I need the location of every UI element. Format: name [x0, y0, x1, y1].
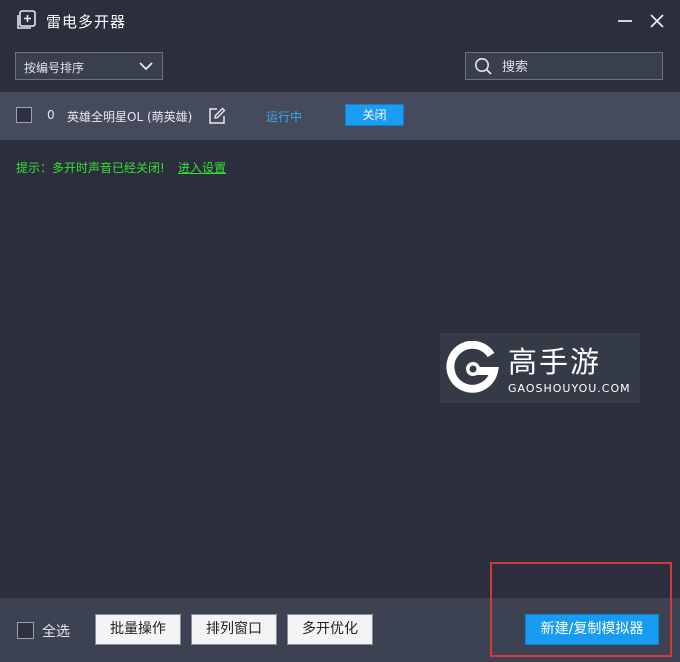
- instance-checkbox[interactable]: [16, 107, 32, 123]
- window-title: 雷电多开器: [46, 13, 127, 31]
- watermark-subtitle: GAOSHOUYOU.COM: [508, 382, 631, 395]
- instance-status: 运行中: [266, 110, 303, 124]
- search-input[interactable]: [500, 56, 654, 78]
- arrange-windows-button[interactable]: 排列窗口: [191, 614, 277, 645]
- search-icon: [475, 58, 492, 75]
- close-icon[interactable]: [647, 11, 667, 31]
- edit-icon[interactable]: [208, 107, 226, 125]
- instance-index: 0: [47, 108, 55, 122]
- select-all-checkbox[interactable]: [17, 622, 34, 639]
- minimize-icon[interactable]: [615, 11, 635, 31]
- select-all-label: 全选: [42, 624, 70, 640]
- watermark-logo: 高手游 GAOSHOUYOU.COM: [440, 333, 640, 403]
- g-logo-icon: [446, 341, 499, 393]
- multi-optimize-button[interactable]: 多开优化: [287, 614, 373, 645]
- search-box[interactable]: [465, 52, 663, 80]
- sort-dropdown[interactable]: 按编号排序: [15, 52, 163, 80]
- app-logo-icon: [17, 10, 36, 29]
- sound-off-hint: 提示：多开时声音已经关闭!: [16, 161, 165, 175]
- sort-dropdown-label: 按编号排序: [24, 61, 85, 75]
- chevron-down-icon: [139, 62, 153, 71]
- enter-settings-link[interactable]: 进入设置: [178, 159, 226, 176]
- title-bar: 雷电多开器: [0, 0, 680, 42]
- watermark-title: 高手游: [508, 345, 602, 379]
- close-instance-button[interactable]: 关闭: [345, 104, 404, 126]
- instance-row[interactable]: 0 英雄全明星OL (萌英雄) 运行中: [0, 92, 680, 140]
- batch-operation-button[interactable]: 批量操作: [95, 614, 181, 645]
- instance-name: 英雄全明星OL (萌英雄): [67, 110, 193, 124]
- highlight-frame: [490, 562, 672, 657]
